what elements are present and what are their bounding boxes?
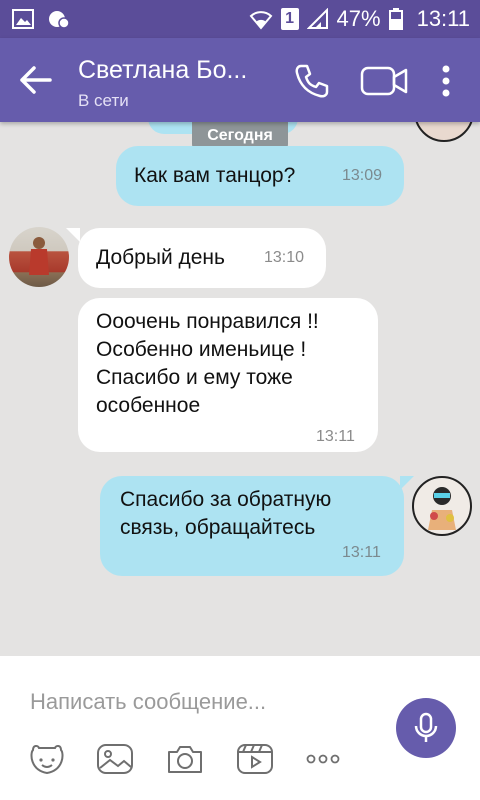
wifi-icon [249, 11, 272, 30]
message-time: 13:11 [342, 544, 381, 561]
mic-button[interactable] [396, 698, 456, 758]
bubble-tail [66, 228, 80, 242]
message-text-line: Особенно именьице ! [96, 338, 307, 361]
composer [0, 656, 480, 800]
message-text-line: Спасибо и ему тоже [96, 366, 293, 389]
signal-icon [306, 8, 328, 29]
video-camera-icon[interactable] [360, 64, 408, 98]
battery-percent: 47% [336, 6, 381, 31]
message-text: Добрый день [96, 246, 225, 269]
bubble-tail [400, 476, 414, 490]
camera-icon[interactable] [166, 742, 204, 776]
message-bubble[interactable]: Ооочень понравился !! Особенно именьице … [78, 298, 378, 452]
message-text-line: особенное [96, 394, 201, 417]
own-avatar[interactable] [412, 476, 472, 536]
notification-icon [49, 11, 70, 29]
message-text-line: связь, обращайтесь [120, 516, 316, 539]
contact-avatar-figure [29, 237, 49, 275]
message-time: 13:10 [264, 249, 305, 266]
message-time: 13:09 [342, 167, 383, 184]
phone-icon[interactable] [292, 62, 330, 100]
contact-avatar[interactable] [9, 227, 69, 287]
video-clip-icon[interactable] [236, 742, 274, 776]
conversation-header: Светлана Бо... В сети [0, 38, 480, 122]
contact-name[interactable]: Светлана Бо... [78, 56, 247, 85]
sticker-icon[interactable] [28, 742, 66, 776]
chat-area[interactable]: Сегодня Как вам танцор? 13:09 Добрый ден… [0, 122, 480, 656]
own-avatar-figure [428, 487, 456, 530]
status-bar: 1 47% 13:11 [0, 0, 480, 38]
message-time: 13:11 [316, 428, 355, 445]
message-text-line: Ооочень понравился !! [96, 310, 319, 333]
message-text: Как вам танцор? [134, 164, 296, 187]
contact-status: В сети [78, 91, 129, 110]
message-bubble[interactable]: Как вам танцор? 13:09 [116, 146, 404, 206]
sim-badge: 1 [280, 8, 299, 30]
message-text-line: Спасибо за обратную [120, 488, 332, 511]
gallery-icon[interactable] [96, 742, 134, 776]
more-icon[interactable] [304, 742, 342, 776]
microphone-icon [414, 712, 438, 742]
more-vert-icon[interactable] [436, 64, 456, 98]
clock: 13:11 [416, 6, 470, 31]
message-bubble[interactable]: Спасибо за обратную связь, обращайтесь 1… [100, 476, 404, 576]
gallery-icon [12, 9, 34, 29]
battery-icon [388, 8, 403, 30]
message-bubble[interactable]: Добрый день 13:10 [78, 228, 326, 288]
own-avatar [414, 122, 474, 142]
message-input[interactable] [30, 682, 370, 722]
back-arrow-icon[interactable] [18, 64, 54, 96]
